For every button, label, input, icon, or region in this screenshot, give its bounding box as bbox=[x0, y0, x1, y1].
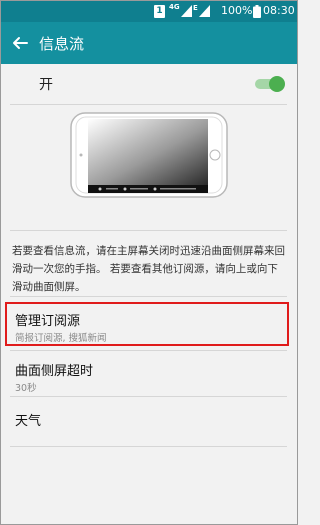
page-title: 信息流 bbox=[39, 35, 85, 53]
toggle-thumb bbox=[269, 76, 285, 92]
master-switch-row[interactable]: 开 bbox=[1, 64, 297, 104]
network-4g-label: 4G bbox=[169, 3, 180, 11]
back-button[interactable] bbox=[7, 30, 33, 56]
divider bbox=[10, 396, 287, 397]
highlight-box bbox=[5, 302, 289, 346]
divider bbox=[10, 446, 287, 447]
edge-screen-timeout-summary: 30秒 bbox=[15, 383, 37, 394]
switch-label: 开 bbox=[39, 77, 53, 93]
divider bbox=[10, 104, 287, 105]
battery-percent: 100% bbox=[221, 4, 253, 17]
instructions-text: 若要查看信息流，请在主屏幕关闭时迅速沿曲面侧屏幕来回滑动一次您的手指。 若要查看… bbox=[12, 245, 285, 293]
edge-screen-illustration bbox=[70, 112, 228, 198]
edge-screen-timeout-item[interactable]: 曲面侧屏超时 30秒 bbox=[1, 352, 297, 396]
battery-icon bbox=[253, 5, 261, 18]
weather-item[interactable]: 天气 bbox=[1, 400, 297, 442]
sim-indicator: 1 bbox=[154, 5, 165, 18]
divider bbox=[10, 230, 287, 231]
weather-title: 天气 bbox=[15, 414, 42, 429]
arrow-left-icon bbox=[13, 37, 28, 49]
divider bbox=[10, 350, 287, 351]
divider bbox=[10, 296, 287, 297]
master-toggle[interactable] bbox=[255, 76, 285, 92]
signal-icon bbox=[199, 5, 210, 17]
clock: 08:30 bbox=[263, 4, 295, 17]
signal-icon bbox=[181, 5, 192, 17]
action-bar: 信息流 bbox=[1, 22, 297, 64]
status-bar: 1 4G E 100% 08:30 bbox=[1, 1, 297, 22]
edge-screen-timeout-title: 曲面侧屏超时 bbox=[15, 364, 94, 379]
network-e-label: E bbox=[193, 4, 198, 12]
